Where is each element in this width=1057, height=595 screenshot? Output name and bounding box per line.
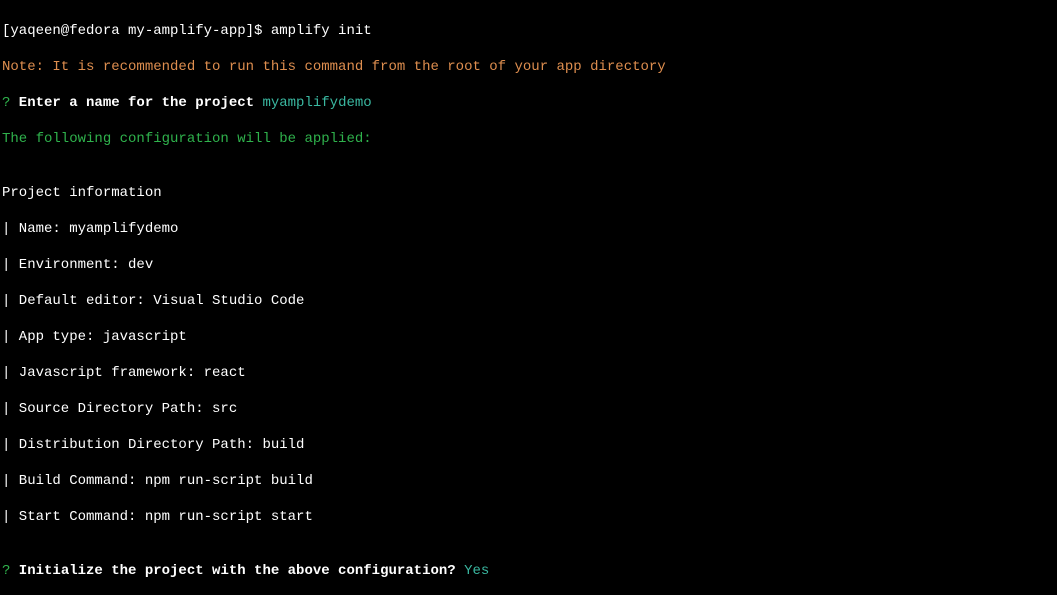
note-line: Note: It is recommended to run this comm… (2, 59, 666, 75)
proj-distdir: | Distribution Directory Path: build (2, 437, 304, 453)
proj-start: | Start Command: npm run-script start (2, 509, 313, 525)
proj-build: | Build Command: npm run-script build (2, 473, 313, 489)
proj-name: | Name: myamplifydemo (2, 221, 178, 237)
shell-prompt: [yaqeen@fedora my-amplify-app]$ (2, 23, 271, 39)
proj-env: | Environment: dev (2, 257, 153, 273)
project-info-header: Project information (2, 185, 162, 201)
terminal[interactable]: [yaqeen@fedora my-amplify-app]$ amplify … (0, 0, 1057, 595)
proj-srcdir: | Source Directory Path: src (2, 401, 237, 417)
config-applied-header: The following configuration will be appl… (2, 131, 372, 147)
proj-editor: | Default editor: Visual Studio Code (2, 293, 304, 309)
typed-command: amplify init (271, 23, 372, 39)
q-project-name-answer: myamplifydemo (262, 95, 371, 111)
q-init-label: Initialize the project with the above co… (10, 563, 464, 579)
proj-framework: | Javascript framework: react (2, 365, 246, 381)
q-project-name-label: Enter a name for the project (10, 95, 262, 111)
q-init-answer: Yes (464, 563, 489, 579)
proj-apptype: | App type: javascript (2, 329, 187, 345)
